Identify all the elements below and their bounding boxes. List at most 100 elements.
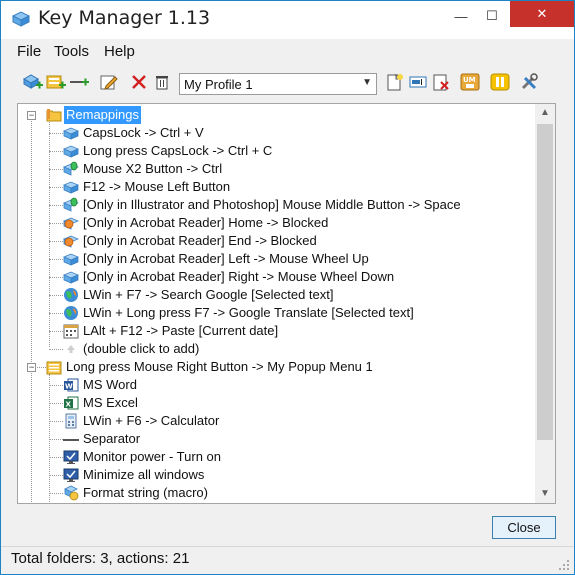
tree-item-label: Remappings <box>64 106 141 124</box>
tree-item-label: Separator <box>83 431 141 446</box>
delete-profile-button[interactable] <box>430 71 452 93</box>
calculator-icon <box>65 413 77 429</box>
key-icon <box>63 127 79 140</box>
title-bar[interactable]: Key Manager 1.13 — ☐ ✕ <box>1 1 574 39</box>
pause-button[interactable] <box>489 71 511 93</box>
minimize-icon: — <box>454 8 468 24</box>
key-icon <box>63 145 79 158</box>
settings-icon <box>521 73 538 90</box>
tree-line <box>49 349 63 350</box>
add-key-button[interactable] <box>22 71 44 93</box>
tree-line <box>49 403 63 404</box>
tree-line <box>49 493 63 494</box>
resize-grip-icon[interactable] <box>558 559 570 571</box>
tree-line <box>49 313 63 314</box>
profile-select[interactable]: My Profile 1 ▼ <box>179 73 377 95</box>
tree-item-label: F12 -> Mouse Left Button <box>83 179 231 194</box>
new-profile-button[interactable] <box>384 71 406 93</box>
tree-line <box>49 187 63 188</box>
trash-button[interactable] <box>151 71 173 93</box>
menu-file[interactable]: File <box>17 43 41 60</box>
word-icon: W <box>64 378 79 392</box>
rename-profile-button[interactable] <box>407 71 429 93</box>
tree-item-label: LWin + F7 -> Search Google [Selected tex… <box>83 287 334 302</box>
tree-line <box>31 116 32 503</box>
close-window-button[interactable]: ✕ <box>510 1 574 27</box>
maximize-button[interactable]: ☐ <box>475 1 509 31</box>
collapse-remappings-toggle[interactable]: − <box>27 111 36 120</box>
settings-button[interactable] <box>519 71 541 93</box>
add-separator-button[interactable] <box>68 71 90 93</box>
tree-item-label: Minimize all windows <box>83 467 205 482</box>
tree-item-label: [Only in Acrobat Reader] Home -> Blocked <box>83 215 329 230</box>
svg-text:UM: UM <box>463 76 476 84</box>
web-icon <box>64 306 78 320</box>
tree-line <box>49 259 63 260</box>
tree-line <box>49 277 63 278</box>
tree-line <box>49 223 63 224</box>
tree-scrollbar[interactable]: ▲ ▼ <box>535 104 555 503</box>
key-icon <box>63 271 79 284</box>
scroll-down-icon[interactable]: ▼ <box>535 485 555 503</box>
um-icon: UM <box>460 73 480 91</box>
tree-line <box>49 169 63 170</box>
new-profile-icon <box>387 73 403 91</box>
menu-help[interactable]: Help <box>104 43 135 60</box>
tree-item-label: [Only in Acrobat Reader] End -> Blocked <box>83 233 317 248</box>
tree-item-label: Monitor power - Turn on <box>83 449 222 464</box>
tree-item-label: MS Excel <box>83 395 138 410</box>
popup-menu-icon <box>46 361 62 375</box>
web-icon <box>64 288 78 302</box>
delete-button[interactable] <box>128 71 150 93</box>
tree-item-label: Long press Mouse Right Button -> My Popu… <box>66 359 373 374</box>
window-title: Key Manager 1.13 <box>38 7 211 29</box>
menu-tools[interactable]: Tools <box>54 43 89 60</box>
scrollbar-thumb[interactable] <box>537 124 553 440</box>
close-button-label: Close <box>507 520 541 535</box>
tree-item-label: LWin + F6 -> Calculator <box>83 413 220 428</box>
tree-line <box>49 133 63 134</box>
tree-line <box>49 205 63 206</box>
blocked-key-icon <box>63 235 79 248</box>
key-manager-window: Key Manager 1.13 — ☐ ✕ File Tools Help U… <box>0 0 575 575</box>
tree-item-label: LAlt + F12 -> Paste [Current date] <box>83 323 279 338</box>
add-key-icon <box>23 74 43 89</box>
add-separator-icon <box>70 78 89 86</box>
add-arrow-icon <box>67 345 75 353</box>
close-icon: ✕ <box>536 6 548 21</box>
add-folder-button[interactable] <box>45 71 67 93</box>
delete-profile-icon <box>433 74 449 91</box>
edit-icon <box>100 75 118 90</box>
close-button[interactable]: Close <box>492 516 556 539</box>
tree-line <box>49 151 63 152</box>
um-button[interactable]: UM <box>459 71 481 93</box>
folder-icon <box>46 109 62 122</box>
excel-icon: X <box>64 396 79 410</box>
mouse-key-icon <box>63 197 79 212</box>
tree-item-label: [Only in Acrobat Reader] Right -> Mouse … <box>83 269 395 284</box>
separator-icon <box>63 439 79 441</box>
tree-line <box>49 421 63 422</box>
app-icon <box>11 11 31 27</box>
tree-item-label: (double click to add) <box>83 341 200 356</box>
add-folder-icon <box>46 75 66 89</box>
tree-item-label: LWin + Long press F7 -> Google Translate… <box>83 305 414 320</box>
macro-icon <box>64 485 79 501</box>
tree-line <box>49 241 63 242</box>
tree-line <box>49 385 63 386</box>
actions-tree[interactable]: − − Remappings CapsLock -> Ctrl + V Long… <box>18 104 535 503</box>
maximize-icon: ☐ <box>486 8 498 23</box>
scroll-up-icon[interactable]: ▲ <box>535 104 555 122</box>
key-icon <box>63 181 79 194</box>
minimize-button[interactable]: — <box>444 1 478 31</box>
tree-item-label: Mouse X2 Button -> Ctrl <box>83 161 223 176</box>
calendar-icon <box>63 324 79 339</box>
tree-item-label: CapsLock -> Ctrl + V <box>83 125 204 140</box>
tree-line <box>49 331 63 332</box>
edit-button[interactable] <box>98 71 120 93</box>
monitor-icon <box>63 450 79 464</box>
svg-text:W: W <box>65 383 73 391</box>
tree-line <box>49 439 63 440</box>
tree-item-label: Format string (macro) <box>83 485 208 500</box>
svg-text:X: X <box>66 401 72 409</box>
